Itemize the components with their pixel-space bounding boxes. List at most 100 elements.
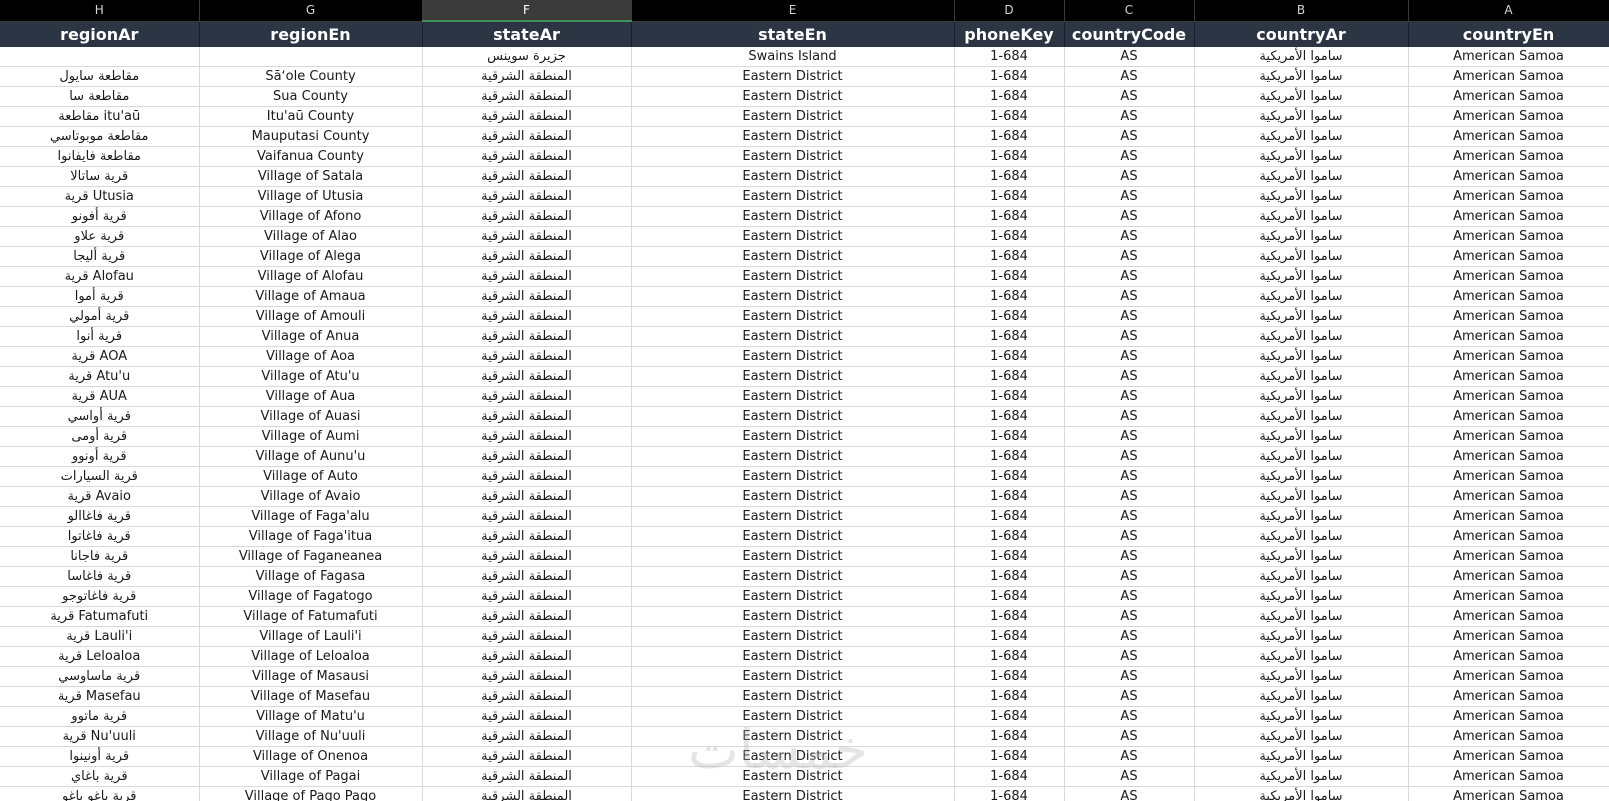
cell-stateen[interactable]: Eastern District — [631, 686, 955, 707]
cell-regionar[interactable]: قرية Fatumafuti — [0, 606, 200, 627]
cell-countryen[interactable]: American Samoa — [1408, 326, 1609, 347]
cell-countrycode[interactable]: AS — [1064, 466, 1195, 487]
cell-phonekey[interactable]: 1-684 — [954, 646, 1065, 667]
cell-countryen[interactable]: American Samoa — [1408, 606, 1609, 627]
cell-phonekey[interactable]: 1-684 — [954, 426, 1065, 447]
cell-countryar[interactable]: ساموا الأمريكية — [1194, 466, 1409, 487]
cell-regionar[interactable]: قرية فاجانا — [0, 546, 200, 567]
cell-countrycode[interactable]: AS — [1064, 586, 1195, 607]
cell-regionar[interactable]: قرية ماتوو — [0, 706, 200, 727]
cell-regionen[interactable]: Village of Fagasa — [199, 566, 423, 587]
cell-regionen[interactable]: Village of Alofau — [199, 266, 423, 287]
cell-regionar[interactable]: قرية ساتالا — [0, 166, 200, 187]
cell-phonekey[interactable]: 1-684 — [954, 366, 1065, 387]
cell-countrycode[interactable]: AS — [1064, 386, 1195, 407]
cell-regionar[interactable]: قرية أونوو — [0, 446, 200, 467]
cell-statear[interactable]: المنطقة الشرقية — [422, 126, 632, 147]
cell-statear[interactable]: المنطقة الشرقية — [422, 546, 632, 567]
cell-countrycode[interactable]: AS — [1064, 646, 1195, 667]
cell-countryar[interactable]: ساموا الأمريكية — [1194, 206, 1409, 227]
cell-regionen[interactable]: Village of Avaio — [199, 486, 423, 507]
cell-statear[interactable]: المنطقة الشرقية — [422, 666, 632, 687]
cell-countryen[interactable]: American Samoa — [1408, 186, 1609, 207]
cell-phonekey[interactable]: 1-684 — [954, 766, 1065, 787]
cell-stateen[interactable]: Eastern District — [631, 526, 955, 547]
cell-phonekey[interactable]: 1-684 — [954, 726, 1065, 747]
cell-stateen[interactable]: Eastern District — [631, 766, 955, 787]
column-letter-d[interactable]: D — [954, 0, 1065, 22]
cell-regionen[interactable]: Sāʻole County — [199, 66, 423, 87]
cell-statear[interactable]: المنطقة الشرقية — [422, 246, 632, 267]
cell-regionen[interactable]: Village of Amouli — [199, 306, 423, 327]
cell-regionar[interactable]: قرية AOA — [0, 346, 200, 367]
cell-countryen[interactable]: American Samoa — [1408, 106, 1609, 127]
cell-regionar[interactable]: قرية أموا — [0, 286, 200, 307]
cell-statear[interactable]: المنطقة الشرقية — [422, 566, 632, 587]
cell-phonekey[interactable]: 1-684 — [954, 526, 1065, 547]
cell-countryar[interactable]: ساموا الأمريكية — [1194, 306, 1409, 327]
cell-regionen[interactable]: Village of Afono — [199, 206, 423, 227]
cell-countryar[interactable]: ساموا الأمريكية — [1194, 506, 1409, 527]
cell-countryar[interactable]: ساموا الأمريكية — [1194, 646, 1409, 667]
cell-countryen[interactable]: American Samoa — [1408, 526, 1609, 547]
cell-countryar[interactable]: ساموا الأمريكية — [1194, 786, 1409, 801]
cell-statear[interactable]: المنطقة الشرقية — [422, 606, 632, 627]
cell-countrycode[interactable]: AS — [1064, 626, 1195, 647]
cell-stateen[interactable]: Eastern District — [631, 466, 955, 487]
cell-regionar[interactable]: مقاطعة فايفانوا — [0, 146, 200, 167]
cell-statear[interactable]: المنطقة الشرقية — [422, 66, 632, 87]
cell-stateen[interactable]: Eastern District — [631, 706, 955, 727]
cell-countryar[interactable]: ساموا الأمريكية — [1194, 426, 1409, 447]
cell-countryar[interactable]: ساموا الأمريكية — [1194, 366, 1409, 387]
cell-countrycode[interactable]: AS — [1064, 526, 1195, 547]
cell-statear[interactable]: المنطقة الشرقية — [422, 766, 632, 787]
cell-phonekey[interactable]: 1-684 — [954, 106, 1065, 127]
cell-regionar[interactable]: قرية علاو — [0, 226, 200, 247]
cell-phonekey[interactable]: 1-684 — [954, 146, 1065, 167]
cell-phonekey[interactable]: 1-684 — [954, 166, 1065, 187]
column-letter-b[interactable]: B — [1194, 0, 1409, 22]
cell-statear[interactable]: المنطقة الشرقية — [422, 746, 632, 767]
cell-phonekey[interactable]: 1-684 — [954, 446, 1065, 467]
cell-regionen[interactable]: Sua County — [199, 86, 423, 107]
cell-regionar[interactable]: قرية أومى — [0, 426, 200, 447]
cell-statear[interactable]: المنطقة الشرقية — [422, 786, 632, 801]
cell-phonekey[interactable]: 1-684 — [954, 786, 1065, 801]
cell-countryar[interactable]: ساموا الأمريكية — [1194, 166, 1409, 187]
cell-stateen[interactable]: Eastern District — [631, 566, 955, 587]
column-letter-h[interactable]: H — [0, 0, 200, 22]
cell-statear[interactable]: المنطقة الشرقية — [422, 726, 632, 747]
cell-countrycode[interactable]: AS — [1064, 686, 1195, 707]
cell-statear[interactable]: المنطقة الشرقية — [422, 646, 632, 667]
cell-statear[interactable]: المنطقة الشرقية — [422, 626, 632, 647]
cell-countrycode[interactable]: AS — [1064, 486, 1195, 507]
cell-regionar[interactable]: قرية Lauli'i — [0, 626, 200, 647]
cell-countrycode[interactable]: AS — [1064, 226, 1195, 247]
cell-regionen[interactable]: Village of Aoa — [199, 346, 423, 367]
cell-countryar[interactable]: ساموا الأمريكية — [1194, 106, 1409, 127]
cell-statear[interactable]: المنطقة الشرقية — [422, 686, 632, 707]
cell-countryen[interactable]: American Samoa — [1408, 546, 1609, 567]
cell-countrycode[interactable]: AS — [1064, 786, 1195, 801]
cell-countrycode[interactable]: AS — [1064, 706, 1195, 727]
cell-regionen[interactable]: Village of Lauli'i — [199, 626, 423, 647]
cell-countryen[interactable]: American Samoa — [1408, 666, 1609, 687]
cell-regionen[interactable]: Village of Pagai — [199, 766, 423, 787]
cell-regionar[interactable]: قرية AUA — [0, 386, 200, 407]
cell-countrycode[interactable]: AS — [1064, 546, 1195, 567]
cell-regionar[interactable]: قرية Nu'uuli — [0, 726, 200, 747]
cell-regionen[interactable]: Village of Aua — [199, 386, 423, 407]
cell-regionar[interactable]: قرية السيارات — [0, 466, 200, 487]
cell-statear[interactable]: المنطقة الشرقية — [422, 386, 632, 407]
cell-stateen[interactable]: Eastern District — [631, 546, 955, 567]
header-cell-phonekey[interactable]: phoneKey — [954, 21, 1065, 47]
cell-stateen[interactable]: Eastern District — [631, 606, 955, 627]
cell-countryen[interactable]: American Samoa — [1408, 506, 1609, 527]
cell-countryar[interactable]: ساموا الأمريكية — [1194, 606, 1409, 627]
cell-stateen[interactable]: Eastern District — [631, 86, 955, 107]
header-cell-countryen[interactable]: countryEn — [1408, 21, 1609, 47]
cell-countryen[interactable]: American Samoa — [1408, 686, 1609, 707]
cell-countrycode[interactable]: AS — [1064, 726, 1195, 747]
cell-countrycode[interactable]: AS — [1064, 606, 1195, 627]
cell-countrycode[interactable]: AS — [1064, 306, 1195, 327]
